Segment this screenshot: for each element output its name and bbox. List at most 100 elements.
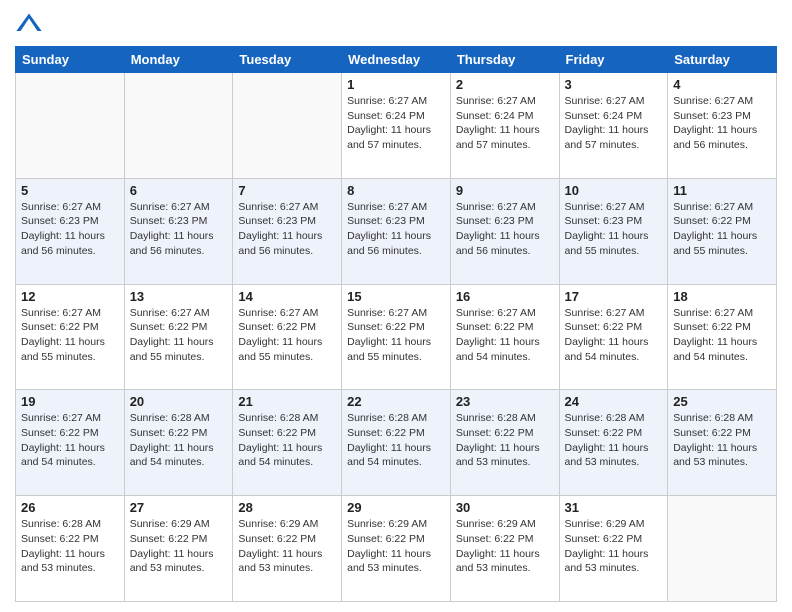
- day-info: Sunrise: 6:28 AM Sunset: 6:22 PM Dayligh…: [21, 517, 119, 576]
- day-number: 17: [565, 289, 663, 304]
- calendar-cell: 20Sunrise: 6:28 AM Sunset: 6:22 PM Dayli…: [124, 390, 233, 496]
- day-number: 11: [673, 183, 771, 198]
- calendar-cell: 18Sunrise: 6:27 AM Sunset: 6:22 PM Dayli…: [668, 284, 777, 390]
- calendar-cell: [124, 73, 233, 179]
- calendar-cell: 15 Sunrise: 6:27 AM Sunset: 6:22 PM Dayli…: [342, 284, 451, 390]
- calendar-week-row: 26 Sunrise: 6:28 AM Sunset: 6:22 PM Dayli…: [16, 496, 777, 602]
- day-number: 21: [238, 394, 336, 409]
- calendar-week-row: 1 Sunrise: 6:27 AM Sunset: 6:24 PM Daylig…: [16, 73, 777, 179]
- day-number: 2: [456, 77, 554, 92]
- calendar-cell: 8 Sunrise: 6:27 AM Sunset: 6:23 PM Daylig…: [342, 178, 451, 284]
- calendar-cell: 6 Sunrise: 6:27 AM Sunset: 6:23 PM Daylig…: [124, 178, 233, 284]
- day-info: Sunrise: 6:27 AM Sunset: 6:22 PM Dayligh…: [347, 306, 445, 365]
- calendar-week-row: 19 Sunrise: 6:27 AM Sunset: 6:22 PM Dayli…: [16, 390, 777, 496]
- day-info: Sunrise: 6:29 AM Sunset: 6:22 PM Dayligh…: [130, 517, 228, 576]
- day-number: 7: [238, 183, 336, 198]
- day-info: Sunrise: 6:27 AM Sunset: 6:23 PM Dayligh…: [673, 94, 771, 153]
- day-info: Sunrise: 6:29 AM Sunset: 6:22 PM Dayligh…: [456, 517, 554, 576]
- day-number: 8: [347, 183, 445, 198]
- day-info: Sunrise: 6:27 AM Sunset: 6:22 PM Dayligh…: [456, 306, 554, 365]
- calendar-header-saturday: Saturday: [668, 47, 777, 73]
- day-number: 22: [347, 394, 445, 409]
- day-info: Sunrise: 6:27 AM Sunset: 6:22 PM Dayligh…: [673, 200, 771, 259]
- day-info: Sunrise: 6:27 AM Sunset: 6:23 PM Dayligh…: [130, 200, 228, 259]
- day-number: 9: [456, 183, 554, 198]
- day-info: Sunrise: 6:27 AM Sunset: 6:23 PM Dayligh…: [456, 200, 554, 259]
- calendar-header-friday: Friday: [559, 47, 668, 73]
- calendar-cell: 31Sunrise: 6:29 AM Sunset: 6:22 PM Dayli…: [559, 496, 668, 602]
- day-number: 10: [565, 183, 663, 198]
- calendar-cell: 19 Sunrise: 6:27 AM Sunset: 6:22 PM Dayli…: [16, 390, 125, 496]
- calendar-cell: 23Sunrise: 6:28 AM Sunset: 6:22 PM Dayli…: [450, 390, 559, 496]
- day-number: 16: [456, 289, 554, 304]
- calendar-cell: [668, 496, 777, 602]
- day-info: Sunrise: 6:27 AM Sunset: 6:24 PM Dayligh…: [347, 94, 445, 153]
- day-info: Sunrise: 6:27 AM Sunset: 6:23 PM Dayligh…: [565, 200, 663, 259]
- day-info: Sunrise: 6:27 AM Sunset: 6:22 PM Dayligh…: [130, 306, 228, 365]
- calendar-week-row: 12 Sunrise: 6:27 AM Sunset: 6:22 PM Dayli…: [16, 284, 777, 390]
- day-number: 29: [347, 500, 445, 515]
- day-number: 13: [130, 289, 228, 304]
- calendar-cell: 7 Sunrise: 6:27 AM Sunset: 6:23 PM Daylig…: [233, 178, 342, 284]
- calendar-table: SundayMondayTuesdayWednesdayThursdayFrid…: [15, 46, 777, 602]
- day-number: 24: [565, 394, 663, 409]
- day-info: Sunrise: 6:29 AM Sunset: 6:22 PM Dayligh…: [565, 517, 663, 576]
- day-info: Sunrise: 6:29 AM Sunset: 6:22 PM Dayligh…: [347, 517, 445, 576]
- calendar-header-tuesday: Tuesday: [233, 47, 342, 73]
- calendar-cell: 14 Sunrise: 6:27 AM Sunset: 6:22 PM Dayli…: [233, 284, 342, 390]
- calendar-cell: 13 Sunrise: 6:27 AM Sunset: 6:22 PM Dayli…: [124, 284, 233, 390]
- calendar-cell: 12Sunrise: 6:27 AM Sunset: 6:22 PM Dayli…: [16, 284, 125, 390]
- calendar-cell: 2 Sunrise: 6:27 AM Sunset: 6:24 PM Daylig…: [450, 73, 559, 179]
- calendar-cell: 10 Sunrise: 6:27 AM Sunset: 6:23 PM Dayli…: [559, 178, 668, 284]
- logo: [15, 10, 47, 38]
- day-number: 19: [21, 394, 119, 409]
- day-number: 27: [130, 500, 228, 515]
- header: [15, 10, 777, 38]
- calendar-cell: 21 Sunrise: 6:28 AM Sunset: 6:22 PM Dayli…: [233, 390, 342, 496]
- calendar-cell: 29 Sunrise: 6:29 AM Sunset: 6:22 PM Dayli…: [342, 496, 451, 602]
- calendar-cell: 28 Sunrise: 6:29 AM Sunset: 6:22 PM Dayli…: [233, 496, 342, 602]
- day-number: 3: [565, 77, 663, 92]
- calendar-cell: 3 Sunrise: 6:27 AM Sunset: 6:24 PM Daylig…: [559, 73, 668, 179]
- calendar-cell: 5Sunrise: 6:27 AM Sunset: 6:23 PM Daylig…: [16, 178, 125, 284]
- day-info: Sunrise: 6:28 AM Sunset: 6:22 PM Dayligh…: [673, 411, 771, 470]
- day-info: Sunrise: 6:27 AM Sunset: 6:23 PM Dayligh…: [21, 200, 119, 259]
- calendar-cell: [16, 73, 125, 179]
- day-info: Sunrise: 6:27 AM Sunset: 6:22 PM Dayligh…: [21, 411, 119, 470]
- day-info: Sunrise: 6:28 AM Sunset: 6:22 PM Dayligh…: [238, 411, 336, 470]
- logo-icon: [15, 10, 43, 38]
- day-info: Sunrise: 6:27 AM Sunset: 6:23 PM Dayligh…: [347, 200, 445, 259]
- calendar-cell: 4Sunrise: 6:27 AM Sunset: 6:23 PM Daylig…: [668, 73, 777, 179]
- calendar-cell: 25 Sunrise: 6:28 AM Sunset: 6:22 PM Dayli…: [668, 390, 777, 496]
- calendar-header-monday: Monday: [124, 47, 233, 73]
- day-number: 25: [673, 394, 771, 409]
- calendar-cell: 30 Sunrise: 6:29 AM Sunset: 6:22 PM Dayli…: [450, 496, 559, 602]
- day-number: 30: [456, 500, 554, 515]
- day-number: 15: [347, 289, 445, 304]
- calendar-cell: [233, 73, 342, 179]
- calendar-cell: 26 Sunrise: 6:28 AM Sunset: 6:22 PM Dayli…: [16, 496, 125, 602]
- day-number: 12: [21, 289, 119, 304]
- day-info: Sunrise: 6:27 AM Sunset: 6:22 PM Dayligh…: [238, 306, 336, 365]
- day-info: Sunrise: 6:28 AM Sunset: 6:22 PM Dayligh…: [456, 411, 554, 470]
- day-number: 28: [238, 500, 336, 515]
- day-number: 6: [130, 183, 228, 198]
- day-info: Sunrise: 6:27 AM Sunset: 6:24 PM Dayligh…: [456, 94, 554, 153]
- day-number: 1: [347, 77, 445, 92]
- day-info: Sunrise: 6:27 AM Sunset: 6:22 PM Dayligh…: [565, 306, 663, 365]
- day-number: 26: [21, 500, 119, 515]
- day-info: Sunrise: 6:27 AM Sunset: 6:23 PM Dayligh…: [238, 200, 336, 259]
- calendar-cell: 17 Sunrise: 6:27 AM Sunset: 6:22 PM Dayli…: [559, 284, 668, 390]
- day-info: Sunrise: 6:28 AM Sunset: 6:22 PM Dayligh…: [347, 411, 445, 470]
- day-info: Sunrise: 6:27 AM Sunset: 6:24 PM Dayligh…: [565, 94, 663, 153]
- day-number: 20: [130, 394, 228, 409]
- calendar-cell: 11 Sunrise: 6:27 AM Sunset: 6:22 PM Dayli…: [668, 178, 777, 284]
- day-number: 18: [673, 289, 771, 304]
- day-number: 14: [238, 289, 336, 304]
- calendar-cell: 16 Sunrise: 6:27 AM Sunset: 6:22 PM Dayli…: [450, 284, 559, 390]
- calendar-header-row: SundayMondayTuesdayWednesdayThursdayFrid…: [16, 47, 777, 73]
- day-info: Sunrise: 6:29 AM Sunset: 6:22 PM Dayligh…: [238, 517, 336, 576]
- page: SundayMondayTuesdayWednesdayThursdayFrid…: [0, 0, 792, 612]
- calendar-cell: 22 Sunrise: 6:28 AM Sunset: 6:22 PM Dayli…: [342, 390, 451, 496]
- calendar-cell: 24Sunrise: 6:28 AM Sunset: 6:22 PM Dayli…: [559, 390, 668, 496]
